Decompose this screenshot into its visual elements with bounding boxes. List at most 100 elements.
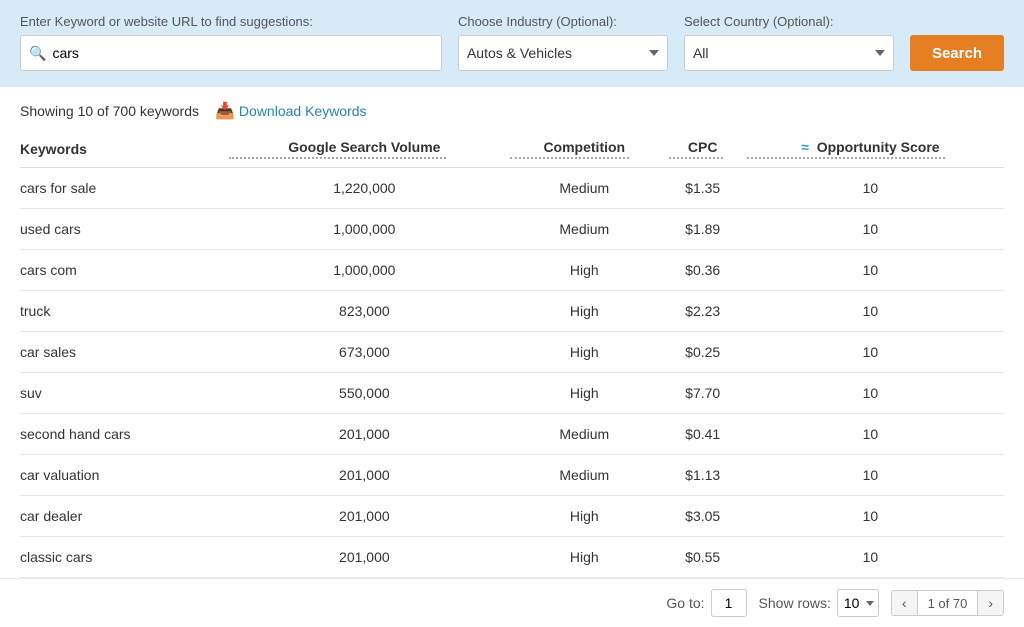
country-select[interactable]: All United States United Kingdom Canada <box>684 35 894 71</box>
cell-keyword: car dealer <box>20 496 229 537</box>
page-nav: ‹ 1 of 70 › <box>891 590 1004 616</box>
cell-competition: Medium <box>510 455 669 496</box>
cell-competition: Medium <box>510 168 669 209</box>
cell-opportunity: 10 <box>747 250 1004 291</box>
cell-volume: 201,000 <box>229 455 510 496</box>
cell-opportunity: 10 <box>747 414 1004 455</box>
cell-cpc: $0.41 <box>669 414 747 455</box>
col-cpc: CPC <box>669 131 747 168</box>
col-volume-dotted <box>229 157 446 159</box>
cell-competition: Medium <box>510 209 669 250</box>
keywords-table-wrap: Keywords Google Search Volume Competitio… <box>0 131 1024 578</box>
col-opportunity-dotted <box>747 157 945 159</box>
table-body: cars for sale 1,220,000 Medium $1.35 10 … <box>20 168 1004 578</box>
keyword-input[interactable] <box>52 45 433 61</box>
table-row: car dealer 201,000 High $3.05 10 <box>20 496 1004 537</box>
cell-cpc: $1.13 <box>669 455 747 496</box>
col-opportunity: ≈ Opportunity Score <box>747 131 1004 168</box>
cell-opportunity: 10 <box>747 168 1004 209</box>
goto-label: Go to: <box>666 595 704 611</box>
cell-cpc: $3.05 <box>669 496 747 537</box>
cell-keyword: car valuation <box>20 455 229 496</box>
cell-opportunity: 10 <box>747 332 1004 373</box>
page-info: 1 of 70 <box>918 592 978 615</box>
cell-cpc: $0.36 <box>669 250 747 291</box>
cell-keyword: cars for sale <box>20 168 229 209</box>
cell-volume: 550,000 <box>229 373 510 414</box>
table-row: used cars 1,000,000 Medium $1.89 10 <box>20 209 1004 250</box>
cell-keyword: classic cars <box>20 537 229 578</box>
cell-volume: 201,000 <box>229 496 510 537</box>
cell-cpc: $0.25 <box>669 332 747 373</box>
showrows-wrap: Show rows: 10 25 50 <box>759 589 879 617</box>
cell-volume: 823,000 <box>229 291 510 332</box>
table-row: cars for sale 1,220,000 Medium $1.35 10 <box>20 168 1004 209</box>
cell-opportunity: 10 <box>747 537 1004 578</box>
cell-competition: High <box>510 373 669 414</box>
cell-opportunity: 10 <box>747 496 1004 537</box>
cell-volume: 1,000,000 <box>229 209 510 250</box>
cell-volume: 201,000 <box>229 414 510 455</box>
cell-competition: High <box>510 291 669 332</box>
prev-page-button[interactable]: ‹ <box>892 591 918 615</box>
cell-competition: High <box>510 537 669 578</box>
cell-volume: 1,000,000 <box>229 250 510 291</box>
download-icon: 📥 <box>215 101 235 121</box>
cell-volume: 1,220,000 <box>229 168 510 209</box>
country-group: Select Country (Optional): All United St… <box>684 14 894 71</box>
cell-competition: High <box>510 332 669 373</box>
cell-competition: High <box>510 250 669 291</box>
cell-volume: 201,000 <box>229 537 510 578</box>
download-keywords-link[interactable]: 📥 Download Keywords <box>215 101 367 121</box>
table-row: truck 823,000 High $2.23 10 <box>20 291 1004 332</box>
search-button[interactable]: Search <box>910 35 1004 71</box>
keyword-label: Enter Keyword or website URL to find sug… <box>20 14 442 29</box>
goto-wrap: Go to: <box>666 589 746 617</box>
goto-input[interactable] <box>711 589 747 617</box>
cell-opportunity: 10 <box>747 209 1004 250</box>
cell-opportunity: 10 <box>747 291 1004 332</box>
keyword-group: Enter Keyword or website URL to find sug… <box>20 14 442 71</box>
table-header-row: Keywords Google Search Volume Competitio… <box>20 131 1004 168</box>
table-row: car sales 673,000 High $0.25 10 <box>20 332 1004 373</box>
cell-competition: Medium <box>510 414 669 455</box>
industry-group: Choose Industry (Optional): Autos & Vehi… <box>458 14 668 71</box>
showing-text: Showing 10 of 700 keywords <box>20 103 199 119</box>
col-volume: Google Search Volume <box>229 131 510 168</box>
col-competition: Competition <box>510 131 669 168</box>
search-icon: 🔍 <box>29 45 46 62</box>
download-label: Download Keywords <box>239 103 367 119</box>
table-footer: Go to: Show rows: 10 25 50 ‹ 1 of 70 › <box>0 578 1024 627</box>
industry-label: Choose Industry (Optional): <box>458 14 668 29</box>
cell-keyword: used cars <box>20 209 229 250</box>
cell-cpc: $0.55 <box>669 537 747 578</box>
subheader: Showing 10 of 700 keywords 📥 Download Ke… <box>0 87 1024 131</box>
table-row: cars com 1,000,000 High $0.36 10 <box>20 250 1004 291</box>
cell-keyword: suv <box>20 373 229 414</box>
cell-cpc: $7.70 <box>669 373 747 414</box>
cell-keyword: second hand cars <box>20 414 229 455</box>
cell-opportunity: 10 <box>747 455 1004 496</box>
table-row: classic cars 201,000 High $0.55 10 <box>20 537 1004 578</box>
cell-cpc: $1.89 <box>669 209 747 250</box>
table-row: second hand cars 201,000 Medium $0.41 10 <box>20 414 1004 455</box>
col-competition-dotted <box>510 157 629 159</box>
cell-keyword: truck <box>20 291 229 332</box>
industry-select[interactable]: Autos & Vehicles All Industries Business… <box>458 35 668 71</box>
cell-competition: High <box>510 496 669 537</box>
cell-keyword: car sales <box>20 332 229 373</box>
keyword-input-wrap: 🔍 <box>20 35 442 71</box>
col-keyword: Keywords <box>20 131 229 168</box>
cell-opportunity: 10 <box>747 373 1004 414</box>
next-page-button[interactable]: › <box>977 591 1003 615</box>
table-row: car valuation 201,000 Medium $1.13 10 <box>20 455 1004 496</box>
cell-cpc: $2.23 <box>669 291 747 332</box>
rows-select[interactable]: 10 25 50 <box>837 589 879 617</box>
showrows-label: Show rows: <box>759 595 831 611</box>
keywords-table: Keywords Google Search Volume Competitio… <box>20 131 1004 578</box>
cell-cpc: $1.35 <box>669 168 747 209</box>
cell-keyword: cars com <box>20 250 229 291</box>
opportunity-icon: ≈ <box>801 139 809 155</box>
search-bar: Enter Keyword or website URL to find sug… <box>0 0 1024 87</box>
country-label: Select Country (Optional): <box>684 14 894 29</box>
